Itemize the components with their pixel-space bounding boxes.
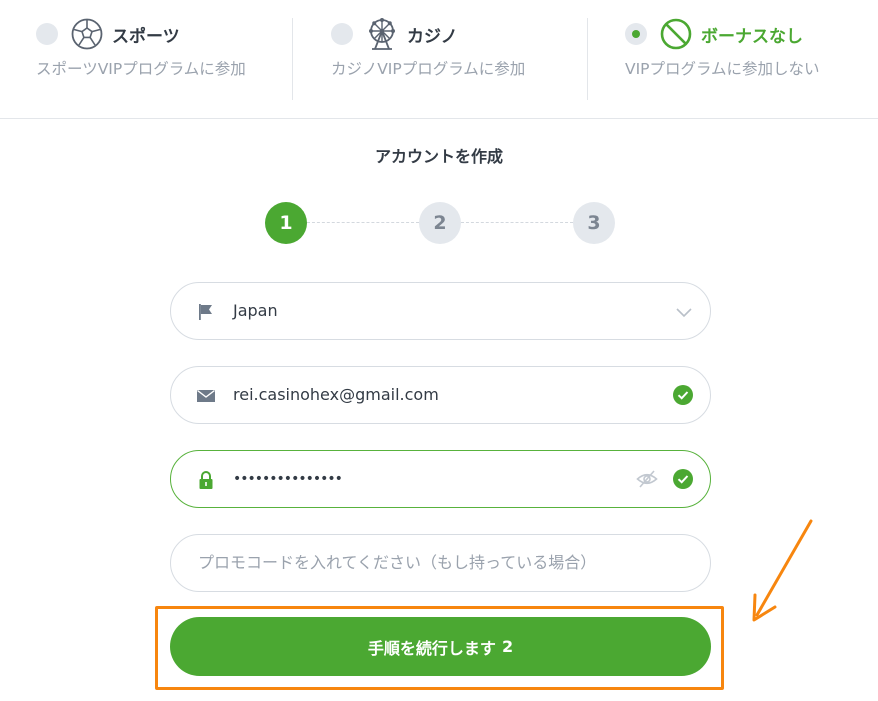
password-field[interactable]: •••••••••••••••: [170, 450, 711, 508]
registration-page: スポーツ スポーツVIPプログラムに参加 カジノ カジノVIPプログラムに参加 …: [0, 0, 878, 701]
step-3-indicator: 3: [573, 202, 615, 244]
no-bonus-radio[interactable]: [625, 23, 647, 45]
step-connector: [307, 222, 419, 223]
envelope-icon: [197, 389, 215, 402]
bonus-title-casino: カジノ: [407, 26, 458, 47]
promo-code-field[interactable]: プロモコードを入れてください（もし持っている場合）: [170, 534, 711, 592]
bonus-option-no-bonus[interactable]: ボーナスなし VIPプログラムに参加しない: [625, 0, 875, 118]
bonus-title-no-bonus: ボーナスなし: [701, 26, 803, 47]
bonus-desc-casino: カジノVIPプログラムに参加: [331, 60, 526, 78]
sports-radio[interactable]: [36, 23, 58, 45]
flag-icon: [199, 304, 212, 320]
chevron-down-icon[interactable]: [675, 303, 693, 321]
check-circle-icon: [673, 385, 693, 405]
bonus-title-sports: スポーツ: [112, 26, 180, 47]
bonus-desc-sports: スポーツVIPプログラムに参加: [36, 60, 246, 78]
bonus-desc-no-bonus: VIPプログラムに参加しない: [625, 60, 820, 78]
annotation-arrow-icon: [752, 519, 813, 622]
email-field[interactable]: rei.casinohex@gmail.com: [170, 366, 711, 424]
check-circle-icon: [673, 469, 693, 489]
bonus-option-sports[interactable]: スポーツ スポーツVIPプログラムに参加: [36, 0, 286, 118]
promo-code-placeholder: プロモコードを入れてください（もし持っている場合）: [198, 553, 597, 572]
email-value: rei.casinohex@gmail.com: [233, 385, 439, 404]
no-bonus-icon: [660, 18, 692, 50]
continue-step-number: 2: [501, 637, 514, 656]
lock-icon: [199, 471, 213, 489]
divider: [292, 18, 293, 100]
bonus-option-casino[interactable]: カジノ カジノVIPプログラムに参加: [331, 0, 581, 118]
country-select[interactable]: Japan: [170, 282, 711, 340]
step-1-indicator: 1: [265, 202, 307, 244]
continue-button[interactable]: 手順を続行します 2: [170, 617, 711, 676]
form-title: アカウントを作成: [374, 147, 503, 166]
ferris-wheel-icon: [369, 18, 395, 50]
bonus-selector: スポーツ スポーツVIPプログラムに参加 カジノ カジノVIPプログラムに参加 …: [0, 0, 878, 119]
password-value: •••••••••••••••: [233, 471, 343, 487]
step-connector: [461, 222, 573, 223]
step-2-indicator: 2: [419, 202, 461, 244]
eye-off-icon[interactable]: [636, 469, 658, 489]
casino-radio[interactable]: [331, 23, 353, 45]
divider: [587, 18, 588, 100]
soccer-ball-icon: [71, 18, 103, 50]
continue-label: 手順を続行します: [367, 638, 496, 658]
country-value: Japan: [233, 301, 278, 320]
